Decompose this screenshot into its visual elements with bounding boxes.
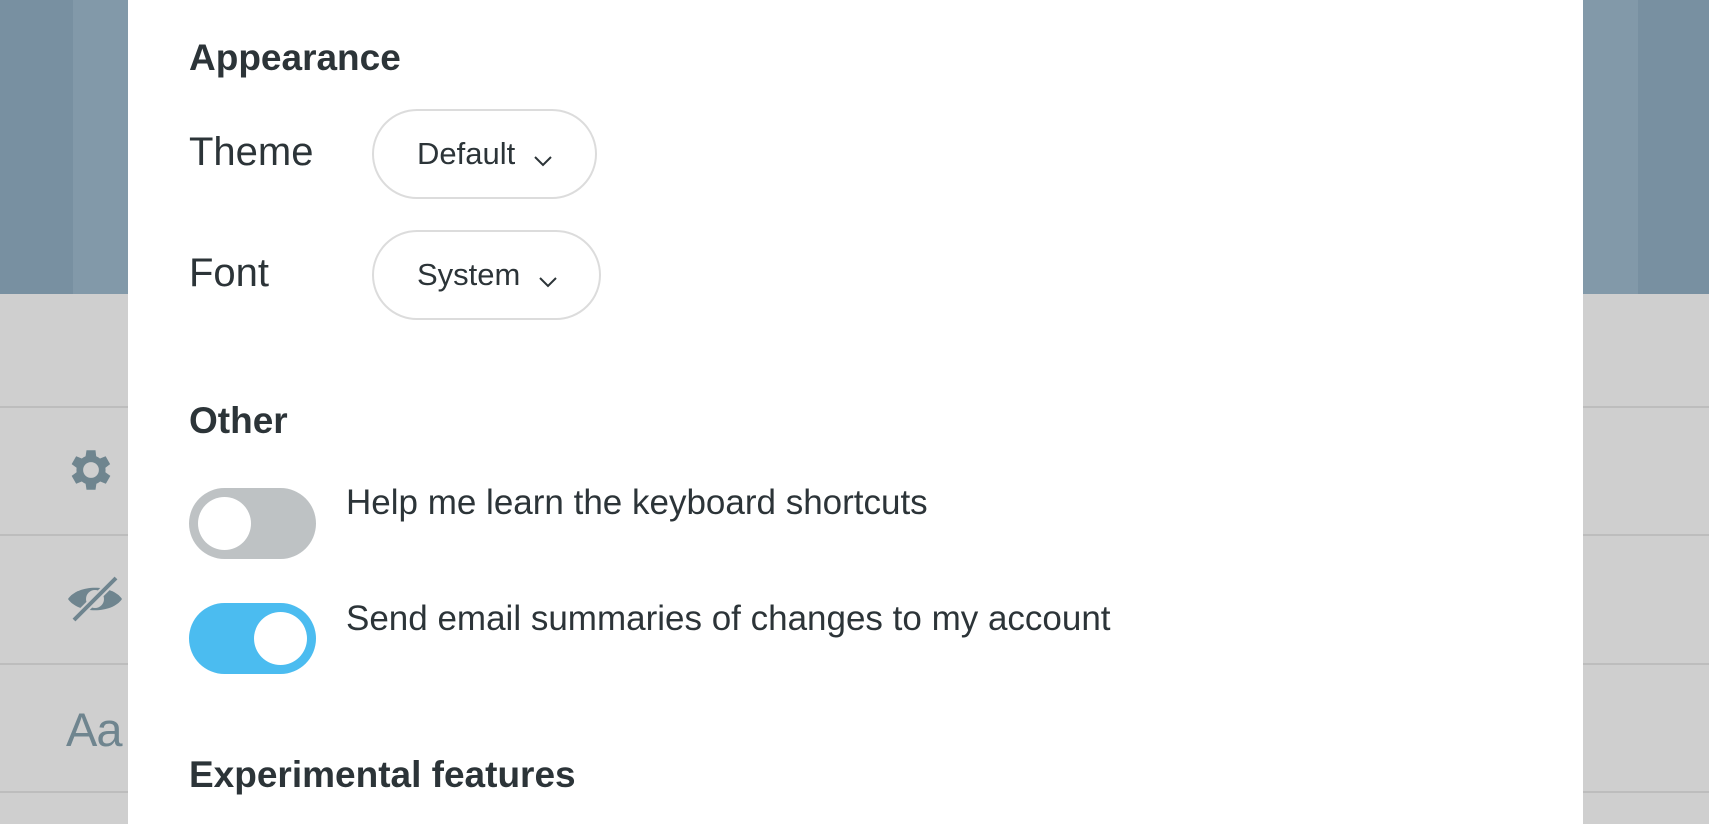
- eye-slash-icon[interactable]: [64, 574, 126, 624]
- keyboard-shortcuts-toggle[interactable]: [189, 488, 316, 559]
- font-select-value: System: [417, 257, 521, 292]
- gear-icon[interactable]: [64, 443, 118, 497]
- font-label: Font: [189, 251, 270, 295]
- font-select[interactable]: System: [372, 230, 601, 320]
- chevron-down-icon: [533, 139, 553, 175]
- appearance-section-title: Appearance: [189, 37, 401, 78]
- toggle-knob: [198, 497, 251, 550]
- theme-select-value: Default: [417, 136, 516, 171]
- toggle-knob: [254, 612, 307, 665]
- email-summaries-label: Send email summaries of changes to my ac…: [346, 599, 1111, 638]
- experimental-section-title: Experimental features: [189, 754, 576, 795]
- background-band: [73, 0, 128, 294]
- email-summaries-toggle[interactable]: [189, 603, 316, 674]
- keyboard-shortcuts-label: Help me learn the keyboard shortcuts: [346, 483, 928, 522]
- font-icon[interactable]: Aa: [66, 702, 122, 757]
- settings-modal: [128, 0, 1583, 824]
- theme-label: Theme: [189, 130, 314, 174]
- background-band: [1583, 0, 1638, 294]
- chevron-down-icon: [538, 260, 558, 296]
- other-section-title: Other: [189, 400, 288, 441]
- theme-select[interactable]: Default: [372, 109, 597, 199]
